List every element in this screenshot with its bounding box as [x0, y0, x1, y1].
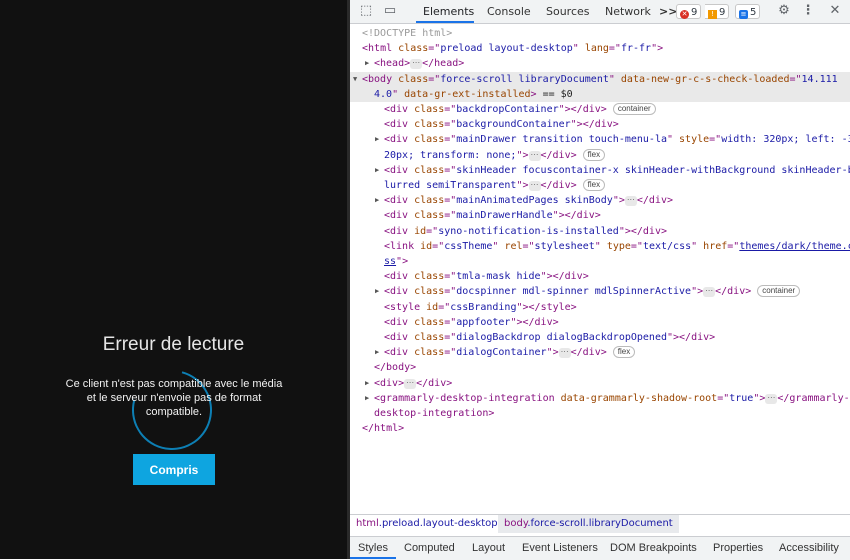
- dom-node-markup: 20px; transform: none;"> ··· </div> flex: [384, 148, 606, 163]
- dom-node-line[interactable]: ▶ <div> ··· </div>: [350, 376, 850, 391]
- device-toolbar-icon[interactable]: ▭: [382, 3, 398, 19]
- dom-node-markup: <div class="mainAnimatedPages skinBody">…: [384, 195, 673, 207]
- dom-tree: <!DOCTYPE html> <html class="preload layo…: [350, 24, 850, 510]
- media-player-app: Erreur de lecture Ce client n'est pas co…: [0, 0, 347, 559]
- dom-node-markup: <div class="mainDrawerHandle"></div>: [384, 210, 601, 222]
- dom-node-markup: <div class="backgroundContainer"></div>: [384, 119, 619, 131]
- dom-node-line[interactable]: ▶ <head> ··· </head>: [350, 56, 850, 71]
- breadcrumb: html.preload.layout-desktop body.force-s…: [350, 514, 850, 533]
- dom-node-markup: <div> ··· </div>: [374, 377, 453, 389]
- dom-node-line[interactable]: ▶ <div class="skinHeader focuscontainer-x…: [350, 163, 850, 178]
- more-tabs-button[interactable]: >>: [659, 0, 677, 23]
- tab-layout[interactable]: Layout: [472, 537, 505, 559]
- error-dialog-title: Erreur de lecture: [102, 334, 245, 355]
- expand-triangle-icon[interactable]: ▶: [375, 284, 379, 299]
- dom-node-markup: <div class="dialogBackdrop dialogBackdro…: [384, 332, 716, 343]
- expand-triangle-icon[interactable]: ▶: [375, 132, 379, 147]
- expand-triangle-icon[interactable]: ▶: [365, 376, 369, 391]
- dom-node-line[interactable]: desktop-integration>: [350, 406, 850, 421]
- dom-node-line[interactable]: ss">: [350, 254, 850, 269]
- dom-node-markup: <div class="tmla-mask hide"></div>: [384, 271, 589, 283]
- error-dialog-message: Ce client n'est pas compatible avec le m…: [65, 378, 283, 418]
- settings-gear-icon[interactable]: ⚙: [776, 3, 792, 19]
- dom-node-line[interactable]: ▶ <div class="docspinner mdl-spinner mdlS…: [350, 284, 850, 299]
- tab-styles[interactable]: Styles: [350, 537, 396, 559]
- dom-node-line[interactable]: ▶ <grammarly-desktop-integration data-gra…: [350, 391, 850, 406]
- dom-node-line[interactable]: <div id="syno-notification-is-installed"…: [350, 224, 850, 239]
- devtools-toolbar: ⬚ ▭ Elements Console Sources Network >> …: [350, 0, 850, 24]
- tab-elements[interactable]: Elements: [416, 0, 474, 23]
- dom-node-markup: <div id="syno-notification-is-installed"…: [384, 225, 667, 237]
- dom-node-line[interactable]: <link id="cssTheme" rel="stylesheet" typ…: [350, 239, 850, 254]
- tab-dom-breakpoints[interactable]: DOM Breakpoints: [610, 537, 697, 559]
- dom-node-line[interactable]: ▶ <div class="dialogContainer"> ··· </div> …: [350, 345, 850, 360]
- dom-node-line[interactable]: <div class="appfooter"></div>: [350, 315, 850, 330]
- dom-node-line[interactable]: </html>: [350, 421, 850, 436]
- dom-node-line[interactable]: <div class="tmla-mask hide"></div>: [350, 269, 850, 284]
- dom-node-markup: <html class="preload layout-desktop" lan…: [362, 43, 664, 55]
- tab-sources[interactable]: Sources: [546, 0, 590, 23]
- breadcrumb-html[interactable]: html.preload.layout-desktop: [350, 515, 504, 533]
- collapse-triangle-icon[interactable]: ▼: [353, 72, 357, 87]
- dom-node-line[interactable]: 4.0" data-gr-ext-installed> == $0: [350, 86, 850, 102]
- tab-console[interactable]: Console: [487, 0, 531, 23]
- dom-node-markup: <div class="skinHeader focuscontainer-x …: [384, 164, 850, 176]
- close-icon[interactable]: ✕: [827, 3, 843, 19]
- dom-node-markup: <div class="backdropContainer"></div> co…: [384, 102, 656, 117]
- dom-node-markup: </html>: [362, 423, 405, 435]
- dom-node-markup: <body class="force-scroll libraryDocumen…: [362, 73, 838, 85]
- dom-node-line[interactable]: lurred semiTransparent"> ··· </div> flex: [350, 178, 850, 193]
- dom-node-line[interactable]: ▶ <div class="mainDrawer transition touch…: [350, 132, 850, 147]
- warnings-badge[interactable]: ! 9: [705, 4, 730, 19]
- messages-badge[interactable]: ≡ 5: [735, 4, 761, 19]
- error-icon: ✕: [680, 10, 689, 19]
- inspect-element-icon[interactable]: ⬚: [358, 3, 374, 19]
- warning-icon: !: [708, 10, 717, 19]
- breadcrumb-body[interactable]: body.force-scroll.libraryDocument: [498, 515, 679, 533]
- dom-node-line[interactable]: ▼ <body class="force-scroll libraryDocume…: [350, 71, 850, 87]
- dom-node-markup: ss">: [384, 256, 409, 267]
- dom-node-markup: <head> ··· </head>: [374, 58, 465, 70]
- more-options-icon[interactable]: ⋮: [800, 3, 816, 19]
- tab-computed[interactable]: Computed: [404, 537, 455, 559]
- dom-node-markup: <!DOCTYPE html>: [362, 28, 453, 39]
- dom-node-line[interactable]: <!DOCTYPE html>: [350, 26, 850, 41]
- confirm-button[interactable]: Compris: [133, 454, 215, 485]
- tab-properties[interactable]: Properties: [713, 537, 763, 559]
- dom-node-markup: <div class="appfooter"></div>: [384, 316, 559, 328]
- devtools-panel: ⬚ ▭ Elements Console Sources Network >> …: [350, 0, 850, 560]
- expand-triangle-icon[interactable]: ▶: [375, 193, 379, 208]
- expand-triangle-icon[interactable]: ▶: [365, 56, 369, 71]
- message-icon: ≡: [739, 10, 748, 19]
- dom-node-markup: <grammarly-desktop-integration data-gram…: [374, 392, 850, 404]
- dom-node-line[interactable]: <div class="backdropContainer"></div> co…: [350, 102, 850, 117]
- dom-node-line[interactable]: </body>: [350, 360, 850, 375]
- dom-node-line[interactable]: 20px; transform: none;"> ··· </div> flex: [350, 148, 850, 163]
- dom-node-line[interactable]: <div class="mainDrawerHandle"></div>: [350, 208, 850, 223]
- styles-pane-tabs: Styles Computed Layout Event Listeners D…: [350, 536, 850, 560]
- dom-node-markup: 4.0" data-gr-ext-installed> == $0: [374, 88, 573, 100]
- dom-node-markup: <link id="cssTheme" rel="stylesheet" typ…: [384, 240, 850, 252]
- dom-node-line[interactable]: <div class="backgroundContainer"></div>: [350, 117, 850, 132]
- dom-node-line[interactable]: <style id="cssBranding"></style>: [350, 300, 850, 315]
- dom-node-markup: lurred semiTransparent"> ··· </div> flex: [384, 178, 606, 193]
- expand-triangle-icon[interactable]: ▶: [375, 345, 379, 360]
- dom-node-markup: </body>: [374, 362, 417, 374]
- dom-node-markup: <div class="mainDrawer transition touch-…: [384, 134, 850, 146]
- dom-node-line[interactable]: <html class="preload layout-desktop" lan…: [350, 41, 850, 56]
- tab-accessibility[interactable]: Accessibility: [779, 537, 839, 559]
- dom-node-markup: <div class="docspinner mdl-spinner mdlSp…: [384, 284, 801, 299]
- dom-node-line[interactable]: ▶ <div class="mainAnimatedPages skinBody"…: [350, 193, 850, 208]
- errors-badge[interactable]: ✕ 9: [676, 4, 702, 19]
- expand-triangle-icon[interactable]: ▶: [365, 391, 369, 406]
- tab-event-listeners[interactable]: Event Listeners: [522, 537, 598, 559]
- dom-node-markup: <div class="dialogContainer"> ··· </div> f…: [384, 345, 636, 360]
- dom-node-markup: desktop-integration>: [374, 408, 495, 419]
- expand-triangle-icon[interactable]: ▶: [375, 163, 379, 178]
- tab-network[interactable]: Network: [605, 0, 651, 23]
- dom-node-markup: <style id="cssBranding"></style>: [384, 301, 577, 313]
- dom-node-line[interactable]: <div class="dialogBackdrop dialogBackdro…: [350, 330, 850, 345]
